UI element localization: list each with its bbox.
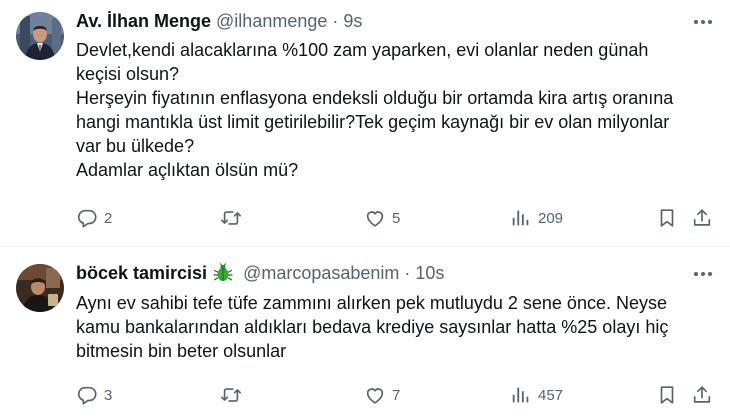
person-photo-avatar-icon [16, 264, 64, 312]
tweet-actions: 2 5 209 [76, 206, 716, 230]
separator-dot: · [332, 11, 339, 31]
avatar[interactable] [16, 264, 64, 312]
tweet-text-line: Herşeyin fiyatının enflasyona endeksli o… [76, 88, 674, 108]
display-name[interactable]: Av. İlhan Menge [76, 10, 211, 32]
like-count: 7 [392, 386, 401, 404]
display-name[interactable]: böcek tamircisi [76, 262, 207, 284]
tweet-header: Av. İlhan Menge @ilhanmenge · 9s [76, 10, 682, 32]
reply-icon [77, 386, 97, 405]
tweet-text-line: Adamlar açlıktan ölsün mü? [76, 160, 299, 180]
tweet-text-line: hangi mantıkla üst limit getirilebilir?T… [76, 112, 670, 132]
views-count: 209 [538, 209, 564, 227]
reply-count: 2 [104, 209, 113, 227]
reply-count: 3 [104, 386, 113, 404]
tweet-text-line: Devlet,kendi alacaklarına %100 zam yapar… [76, 40, 649, 60]
user-handle[interactable]: @marcopasabenim [243, 262, 399, 284]
tweet-text-line: keçisi olsun? [76, 64, 180, 84]
more-options-button[interactable] [690, 12, 716, 32]
more-options-button[interactable] [690, 264, 716, 284]
bug-emoji-icon [213, 263, 233, 281]
more-horizontal-icon [694, 20, 712, 24]
tweet-text: Devlet,kendi alacaklarına %100 zam yapar… [76, 38, 706, 182]
reply-button[interactable]: 3 [76, 383, 112, 407]
retweet-icon [221, 211, 241, 225]
timestamp[interactable]: 9s [343, 10, 362, 32]
like-button[interactable]: 5 [364, 206, 400, 230]
retweet-button[interactable] [220, 206, 248, 230]
reply-icon [77, 209, 97, 228]
person-in-suit-avatar-icon [16, 12, 64, 60]
retweet-button[interactable] [220, 383, 248, 407]
tweet-text-line: bitmesin bin beter olsunlar [76, 341, 287, 361]
views-button[interactable]: 457 [510, 383, 563, 407]
bookmark-button[interactable] [656, 206, 678, 230]
timestamp[interactable]: 10s [415, 262, 444, 284]
tweet-actions: 3 7 457 [76, 383, 716, 407]
share-button[interactable] [691, 383, 713, 407]
user-handle[interactable]: @ilhanmenge [216, 10, 327, 32]
tweet-header: böcek tamircisi @marcopasabenim · 10s [76, 262, 682, 284]
tweet-text: Aynı ev sahibi tefe tüfe zammını alırken… [76, 291, 706, 363]
heart-icon [366, 211, 384, 227]
share-icon [693, 209, 711, 226]
bookmark-icon [660, 386, 674, 404]
tweet[interactable]: böcek tamircisi @marcopasabenim · 10s Ay… [0, 248, 730, 420]
tweet-text-line: Aynı ev sahibi tefe tüfe zammını alırken… [76, 293, 667, 313]
tweet-text-line: kamu bankalarından aldıkları bedava kred… [76, 317, 669, 337]
share-button[interactable] [691, 206, 713, 230]
like-button[interactable]: 7 [364, 383, 400, 407]
separator-dot: · [404, 263, 411, 283]
bookmark-button[interactable] [656, 383, 678, 407]
avatar[interactable] [16, 12, 64, 60]
retweet-icon [221, 388, 241, 402]
bar-chart-icon [512, 387, 529, 403]
tweet[interactable]: Av. İlhan Menge @ilhanmenge · 9s Devlet,… [0, 0, 730, 247]
heart-icon [366, 388, 384, 404]
reply-button[interactable]: 2 [76, 206, 112, 230]
bookmark-icon [660, 209, 674, 227]
views-button[interactable]: 209 [510, 206, 563, 230]
like-count: 5 [392, 209, 401, 227]
views-count: 457 [538, 386, 564, 404]
share-icon [693, 386, 711, 403]
tweet-text-line: var bu ülkede? [76, 136, 195, 156]
more-horizontal-icon [694, 272, 712, 276]
bar-chart-icon [512, 210, 529, 226]
